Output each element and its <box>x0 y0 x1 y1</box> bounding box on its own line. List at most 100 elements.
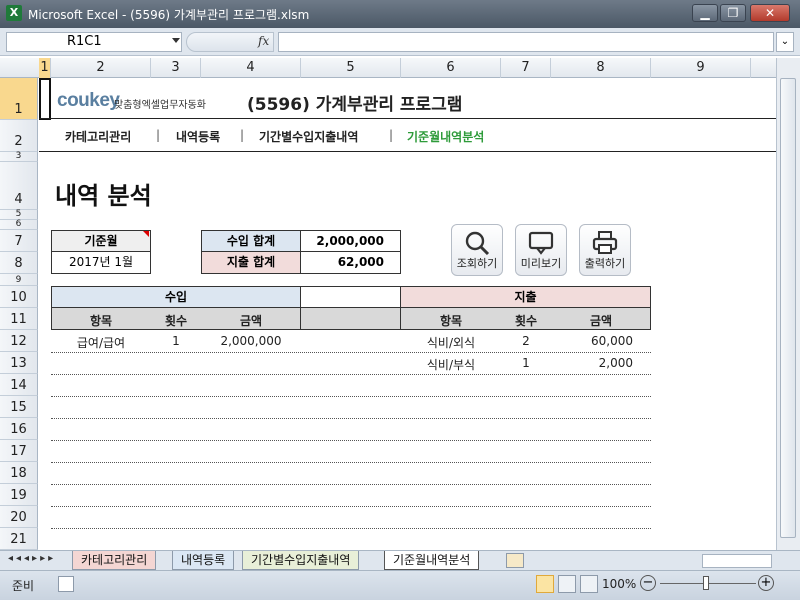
row-header[interactable]: 1 <box>0 78 38 120</box>
column-header[interactable]: 3 <box>151 58 201 78</box>
criteria-label: 기준월 <box>51 230 151 252</box>
column-header[interactable]: 4 <box>201 58 301 78</box>
table-cell: 2 <box>522 334 530 348</box>
row-header[interactable]: 3 <box>0 151 38 162</box>
name-box[interactable]: R1C1 <box>6 32 182 52</box>
row-header[interactable]: 2 <box>0 120 38 152</box>
nav-analysis[interactable]: 기준월내역분석 <box>407 128 484 145</box>
row-divider <box>51 396 651 397</box>
nav-period[interactable]: 기간별수입지출내역 <box>259 128 358 145</box>
tab-scroll-arrows-icon[interactable]: ◂◂◂▸▸▸ <box>8 553 56 564</box>
row-header[interactable]: 13 <box>0 352 38 374</box>
table-cell: 급여/급여 <box>76 336 126 350</box>
expense-col-amount: 금액 <box>589 314 613 328</box>
row-divider <box>51 352 651 353</box>
zoom-slider-handle[interactable] <box>703 576 709 590</box>
expense-col-item: 항목 <box>439 314 463 328</box>
subheader-spacer <box>300 308 401 330</box>
row-header[interactable]: 4 <box>0 162 38 210</box>
print-button-label: 출력하기 <box>584 257 626 270</box>
excel-icon[interactable]: X <box>6 5 22 21</box>
table-cell: 60,000 <box>591 334 633 348</box>
expense-table-title: 지출 <box>400 286 651 308</box>
expand-formula-icon[interactable]: ⌄ <box>776 32 794 52</box>
close-button[interactable]: ✕ <box>750 4 790 22</box>
macro-record-icon[interactable] <box>58 576 74 592</box>
tab-analysis[interactable]: 기준월내역분석 <box>384 551 480 570</box>
tab-register[interactable]: 내역등록 <box>172 551 235 570</box>
scroll-thumb[interactable] <box>780 78 796 538</box>
logo: coukey <box>57 90 120 112</box>
row-header[interactable]: 12 <box>0 330 38 352</box>
normal-view-icon[interactable] <box>536 575 554 593</box>
header-divider <box>39 118 776 119</box>
row-header[interactable]: 16 <box>0 418 38 440</box>
income-total-label: 수입 합계 <box>201 230 301 252</box>
row-header[interactable]: 9 <box>0 274 38 286</box>
expense-total-label: 지출 합계 <box>201 252 301 274</box>
formula-bar: R1C1 fx ⌄ <box>0 28 800 56</box>
nav-divider <box>39 151 776 152</box>
table-cell: 2,000 <box>598 356 633 370</box>
column-header[interactable]: 1 <box>39 58 51 78</box>
zoom-in-icon[interactable]: + <box>758 575 774 591</box>
logo-subtitle: 맞춤형엑셀업무자동화 <box>114 100 206 111</box>
zoom-level[interactable]: 100% <box>602 577 636 591</box>
search-button-label: 조회하기 <box>456 257 498 270</box>
row-divider <box>51 528 651 529</box>
criteria-value[interactable]: 2017년 1월 <box>51 252 151 274</box>
nav-register[interactable]: 내역등록 <box>176 128 220 145</box>
tab-period[interactable]: 기간별수입지출내역 <box>242 551 360 570</box>
print-button[interactable]: 출력하기 <box>579 224 631 276</box>
row-divider <box>51 440 651 441</box>
formula-input[interactable] <box>278 32 774 52</box>
row-header[interactable]: 8 <box>0 252 38 274</box>
preview-button-label: 미리보기 <box>520 257 562 270</box>
column-headers: 1 2 3 4 5 6 7 8 9 <box>0 58 776 78</box>
tab-category[interactable]: 카테고리관리 <box>72 551 157 570</box>
column-header[interactable]: 8 <box>551 58 651 78</box>
zoom-out-icon[interactable]: − <box>640 575 656 591</box>
row-header[interactable]: 15 <box>0 396 38 418</box>
row-divider <box>51 374 651 375</box>
search-button[interactable]: 조회하기 <box>451 224 503 276</box>
preview-button[interactable]: 미리보기 <box>515 224 567 276</box>
row-divider <box>51 506 651 507</box>
row-header[interactable]: 6 <box>0 219 38 230</box>
table-cell: 1 <box>522 356 530 370</box>
comment-indicator <box>143 231 149 237</box>
nav-category[interactable]: 카테고리관리 <box>65 128 131 145</box>
minimize-button[interactable]: ▁ <box>692 4 718 22</box>
column-header[interactable]: 9 <box>651 58 751 78</box>
row-header[interactable]: 18 <box>0 462 38 484</box>
row-header[interactable]: 10 <box>0 286 38 308</box>
page-break-icon[interactable] <box>580 575 598 593</box>
row-header[interactable]: 21 <box>0 528 38 550</box>
column-header[interactable]: 7 <box>501 58 551 78</box>
row-header[interactable]: 11 <box>0 308 38 330</box>
row-header[interactable]: 7 <box>0 230 38 252</box>
title-bar: X Microsoft Excel - (5596) 가계부관리 프로그램.xl… <box>0 0 800 28</box>
income-total-value: 2,000,000 <box>300 230 401 252</box>
column-header[interactable]: 2 <box>51 58 151 78</box>
function-icon[interactable]: fx <box>258 34 269 48</box>
page-layout-icon[interactable] <box>558 575 576 593</box>
row-header[interactable]: 14 <box>0 374 38 396</box>
column-header[interactable]: 6 <box>401 58 501 78</box>
nav-separator: | <box>389 128 394 142</box>
new-sheet-icon[interactable] <box>506 553 524 568</box>
vertical-scrollbar[interactable] <box>776 58 800 550</box>
active-cell[interactable] <box>39 78 51 120</box>
row-header[interactable]: 20 <box>0 506 38 528</box>
sheet-tab-bar: ◂◂◂▸▸▸ 카테고리관리 내역등록 기간별수입지출내역 기준월내역분석 <box>0 550 800 570</box>
income-table-title: 수입 <box>51 286 301 308</box>
horizontal-scrollbar[interactable] <box>702 554 772 568</box>
worksheet[interactable]: coukey 맞춤형엑셀업무자동화 (5596) 가계부관리 프로그램 카테고리… <box>39 78 776 550</box>
row-header[interactable]: 19 <box>0 484 38 506</box>
expense-total-value: 62,000 <box>300 252 401 274</box>
restore-button[interactable]: ❐ <box>720 4 746 22</box>
chevron-down-icon[interactable] <box>172 38 180 43</box>
column-header[interactable]: 5 <box>301 58 401 78</box>
row-header[interactable]: 17 <box>0 440 38 462</box>
row-divider <box>51 462 651 463</box>
